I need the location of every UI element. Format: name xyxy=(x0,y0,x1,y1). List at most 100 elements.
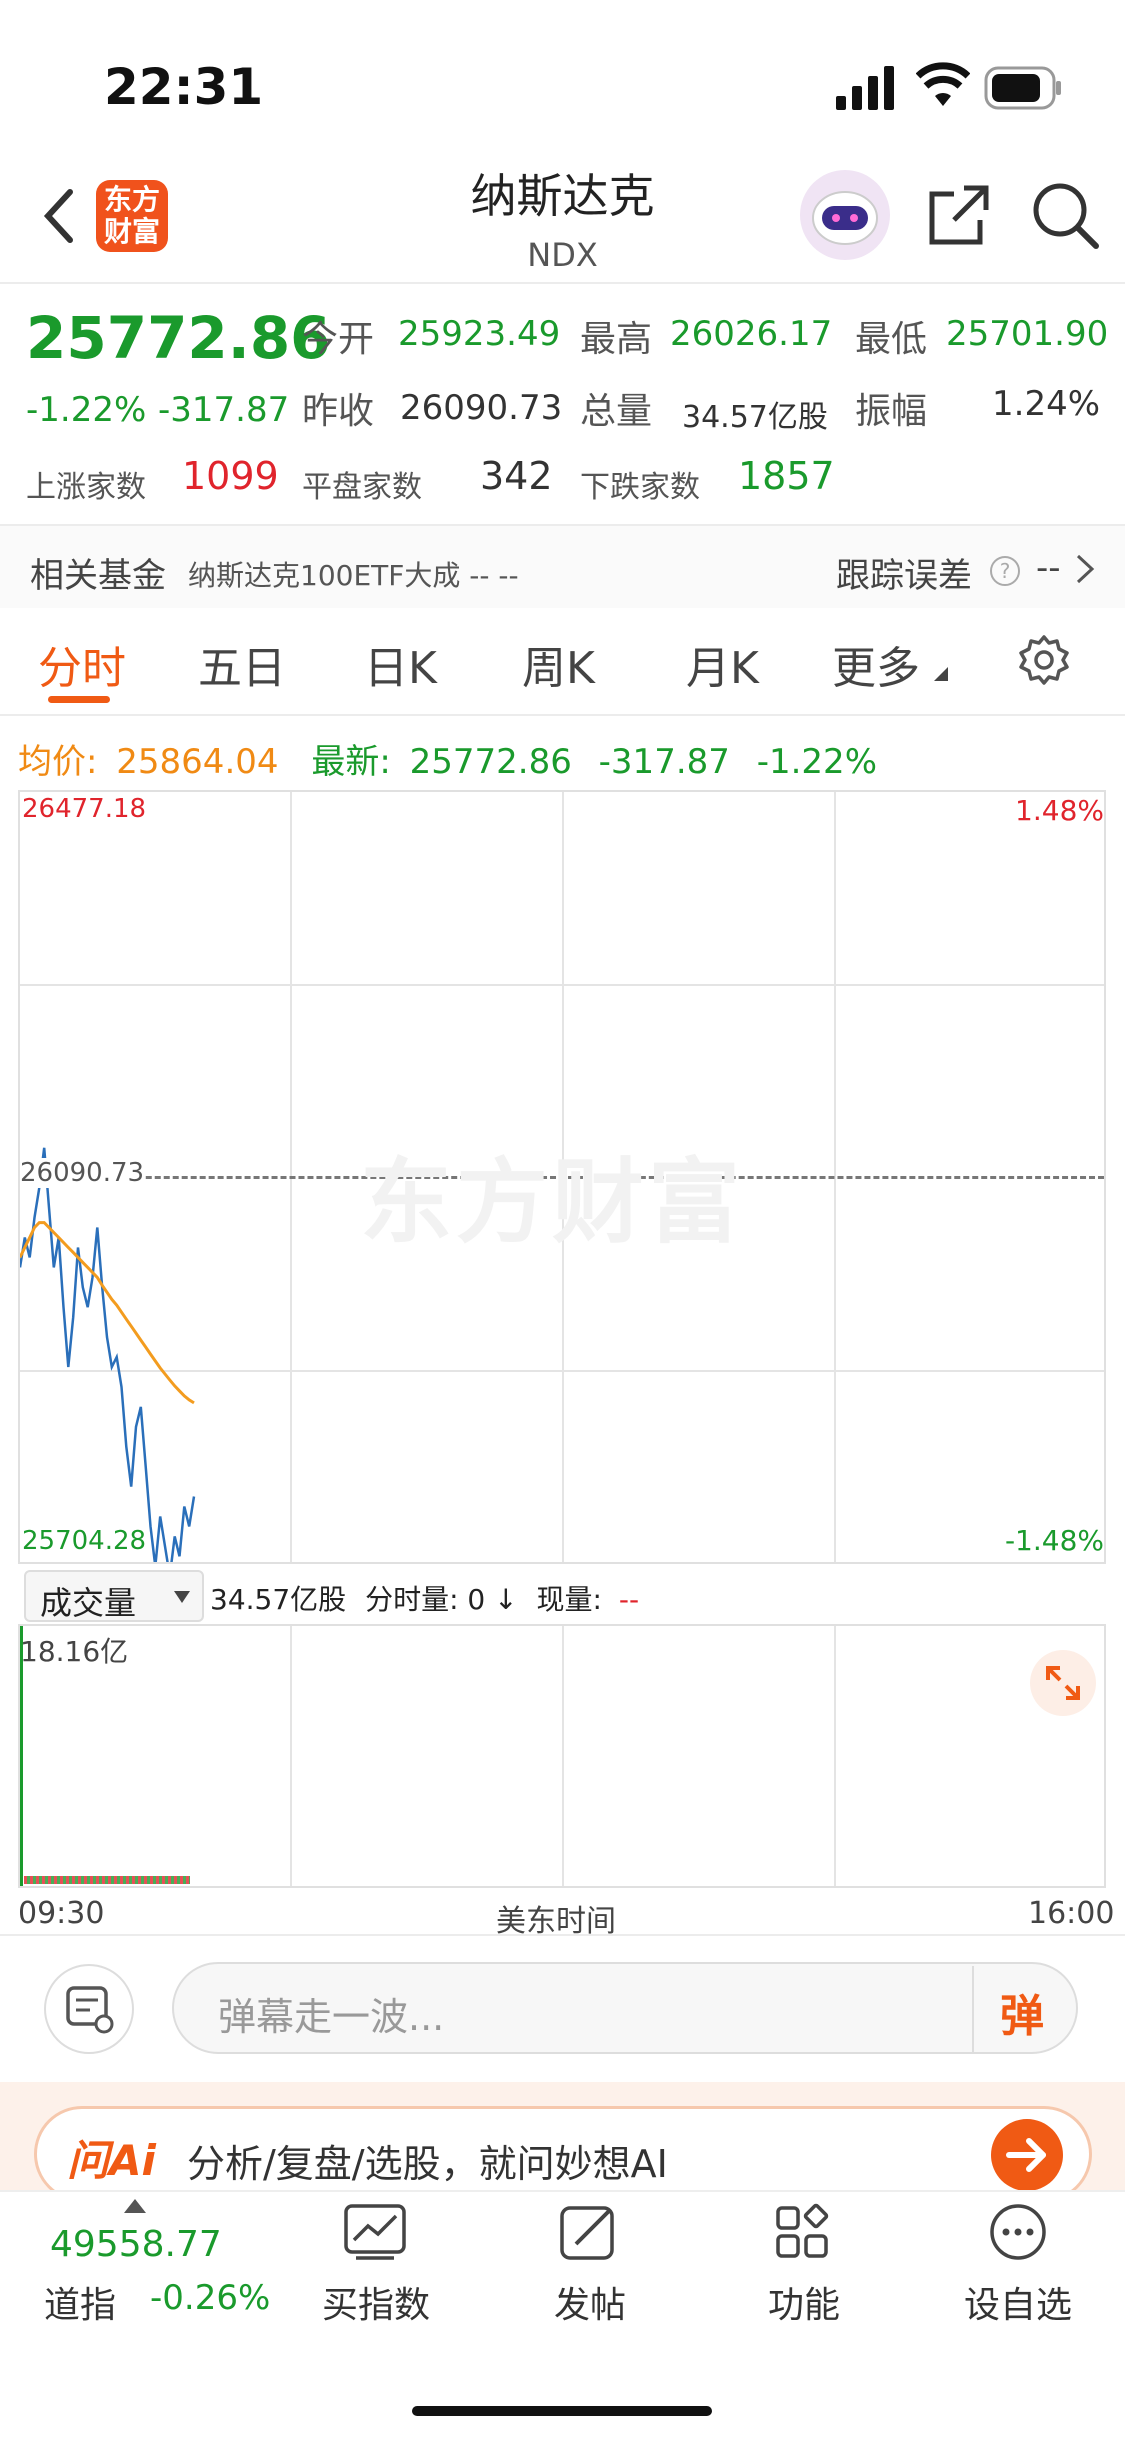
info-line: 均价: 25864.04 最新: 25772.86 -317.87 -1.22% xyxy=(18,734,877,783)
down-count-label: 下跌家数 xyxy=(580,470,700,505)
danmaku-settings-button[interactable] xyxy=(44,1964,134,2054)
dow-label[interactable]: 道指 xyxy=(44,2276,116,2328)
time-end: 16:00 xyxy=(1028,1896,1115,1931)
share-icon[interactable] xyxy=(924,180,994,254)
divider xyxy=(0,1934,1125,1936)
low-label: 最低 xyxy=(855,319,928,360)
flat-count-label: 平盘家数 xyxy=(302,470,422,505)
amplitude-value: 1.24% xyxy=(992,384,1101,424)
tab-day-k[interactable]: 日K xyxy=(364,632,437,696)
y-mid-label: 26090.73 xyxy=(20,1158,145,1188)
time-start: 09:30 xyxy=(18,1896,105,1931)
add-watchlist-icon[interactable] xyxy=(938,2200,1098,2264)
high-label: 最高 xyxy=(580,319,653,360)
danmaku-input[interactable]: 弹幕走一波... 弹 xyxy=(172,1962,1078,2054)
grid-line xyxy=(834,1626,836,1886)
avg-value: 25864.04 xyxy=(116,742,279,782)
ai-logo: 问Ai xyxy=(67,2136,156,2185)
related-fund-row[interactable]: 相关基金 纳斯达克100ETF大成 -- -- 跟踪误差 ? -- xyxy=(0,526,1125,608)
related-fund-name: 纳斯达克100ETF大成 -- -- xyxy=(188,559,519,592)
volume-total: 34.57亿股 xyxy=(210,1583,347,1616)
tab-intraday[interactable]: 分时 xyxy=(38,632,126,696)
info-change: -317.87 xyxy=(598,742,730,782)
volume-max-label: 18.16亿 xyxy=(20,1635,129,1668)
danmaku-divider xyxy=(972,1966,974,2052)
svg-text:?: ? xyxy=(1000,559,1011,583)
chevron-right-icon xyxy=(1074,552,1096,590)
grid-line xyxy=(290,1626,292,1886)
divider xyxy=(0,714,1125,716)
last-value: 25772.86 xyxy=(409,742,572,782)
tab-week-k[interactable]: 周K xyxy=(522,632,595,696)
tracking-error-label: 跟踪误差 xyxy=(836,556,972,596)
tab-five-day[interactable]: 五日 xyxy=(198,632,286,696)
ai-banner-text: 分析/复盘/选股，就问妙想AI xyxy=(187,2142,668,2186)
now-volume-value: -- xyxy=(618,1583,640,1616)
home-indicator xyxy=(412,2406,712,2416)
tick-volume: 分时量: 0 ↓ xyxy=(365,1583,518,1616)
volume-value: 34.57亿股 xyxy=(682,400,828,435)
expand-icon xyxy=(1046,1666,1080,1700)
divider xyxy=(0,282,1125,284)
volume-selector[interactable]: 成交量 xyxy=(24,1570,204,1622)
tab-month-k[interactable]: 月K xyxy=(686,632,759,696)
volume-chart[interactable]: 18.16亿 xyxy=(18,1624,1106,1888)
open-label: 今开 xyxy=(302,319,375,360)
nav-buy-index[interactable]: 买指数 xyxy=(296,2276,456,2328)
robot-avatar-icon[interactable] xyxy=(800,170,890,260)
settings-icon[interactable] xyxy=(1018,634,1070,690)
volume-label: 总量 xyxy=(580,391,653,432)
grid-line xyxy=(562,1626,564,1886)
info-pct: -1.22% xyxy=(756,742,877,782)
caret-down-icon xyxy=(174,1588,190,1607)
danmaku-settings-icon xyxy=(66,1986,114,2034)
pct-bottom-label: -1.48% xyxy=(1004,1524,1104,1557)
last-label: 最新: xyxy=(311,742,391,782)
buy-index-icon[interactable] xyxy=(296,2200,456,2264)
caret-down-icon xyxy=(934,666,948,685)
open-value: 25923.49 xyxy=(398,314,561,354)
volume-selector-label: 成交量 xyxy=(40,1584,137,1622)
tracking-error-value: -- xyxy=(1036,548,1061,588)
prev-close-label: 昨收 xyxy=(302,391,375,432)
tab-more[interactable]: 更多 xyxy=(832,632,920,696)
help-icon[interactable]: ? xyxy=(988,554,1022,592)
y-bottom-label: 25704.28 xyxy=(22,1526,147,1556)
price-lines xyxy=(20,1147,196,1562)
functions-icon[interactable] xyxy=(724,2200,884,2264)
last-price: 25772.86 xyxy=(26,304,331,372)
prev-close-value: 26090.73 xyxy=(400,388,563,428)
dow-change[interactable]: -0.26% xyxy=(150,2278,270,2318)
danmaku-send-button[interactable]: 弹 xyxy=(1000,1980,1044,2044)
expand-button[interactable] xyxy=(1030,1650,1096,1716)
nav-functions[interactable]: 功能 xyxy=(724,2276,884,2328)
danmaku-placeholder: 弹幕走一波... xyxy=(218,1995,445,2039)
ai-banner[interactable]: 问Ai 分析/复盘/选股，就问妙想AI xyxy=(34,2106,1092,2202)
search-icon[interactable] xyxy=(1028,178,1102,256)
nav-add-watchlist[interactable]: 设自选 xyxy=(938,2276,1098,2328)
up-count: 1099 xyxy=(182,454,279,498)
dow-value[interactable]: 49558.77 xyxy=(50,2224,222,2265)
y-top-label: 26477.18 xyxy=(22,794,147,824)
price-chart[interactable]: 东方财富 26477.18 26090.73 25704.28 1.48% -1… xyxy=(18,790,1106,1564)
related-fund-label: 相关基金 xyxy=(30,556,166,596)
tab-active-indicator xyxy=(48,696,110,703)
post-icon[interactable] xyxy=(510,2200,670,2264)
volume-bars xyxy=(24,1876,190,1884)
avg-label: 均价: xyxy=(18,742,98,782)
nav-post[interactable]: 发帖 xyxy=(510,2276,670,2328)
change-pct: -1.22% xyxy=(26,390,147,430)
price-line xyxy=(20,1147,196,1562)
down-count: 1857 xyxy=(738,454,835,498)
arrow-right-icon xyxy=(1006,2138,1046,2172)
volume-info: 34.57亿股 分时量: 0 ↓ 现量: -- xyxy=(210,1578,639,1618)
pct-top-label: 1.48% xyxy=(1015,794,1104,827)
average-line xyxy=(20,1221,195,1405)
amplitude-label: 振幅 xyxy=(855,391,928,432)
caret-up-icon xyxy=(124,2198,146,2217)
now-volume-label: 现量: xyxy=(536,1583,602,1616)
flat-count: 342 xyxy=(480,454,553,498)
up-count-label: 上涨家数 xyxy=(26,470,146,505)
battery-icon xyxy=(984,66,1064,114)
ai-go-button[interactable] xyxy=(991,2119,1063,2191)
